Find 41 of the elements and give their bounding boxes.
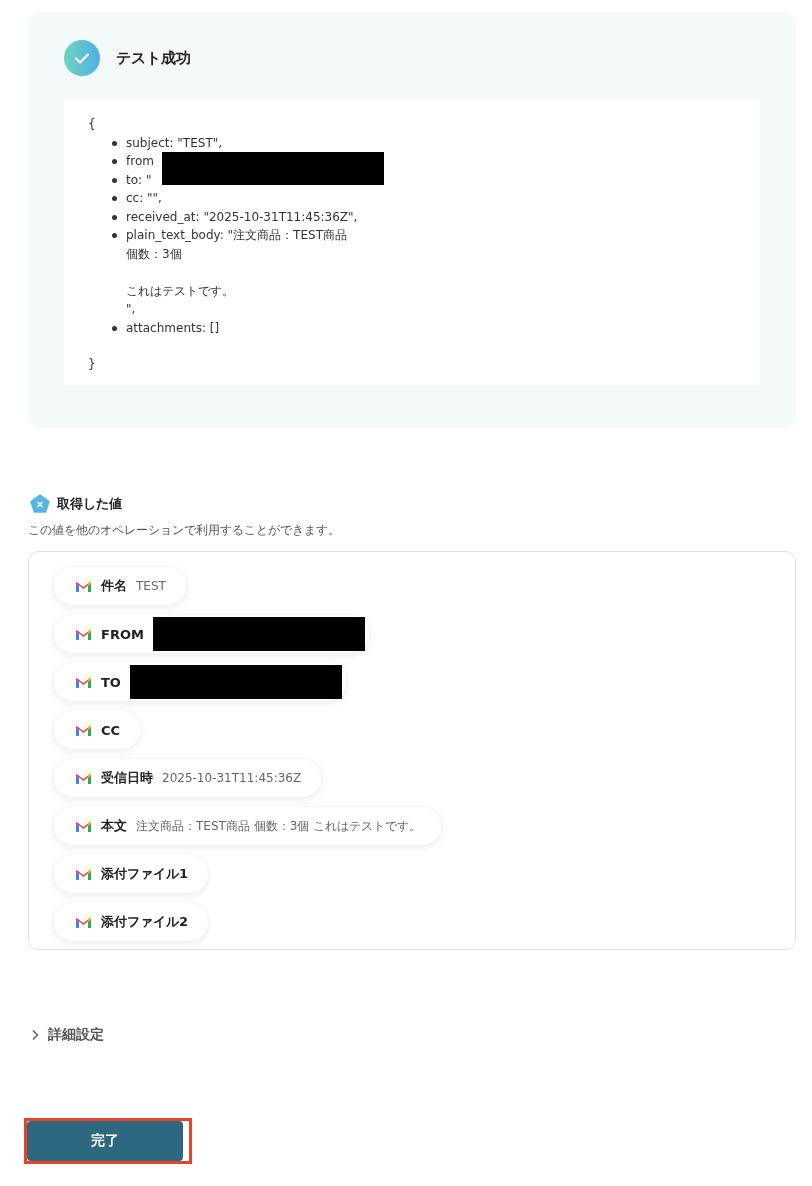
value-chip[interactable]: 添付ファイル1	[54, 855, 209, 893]
value-chip[interactable]: TO	[54, 663, 346, 701]
mail-icon	[75, 579, 92, 593]
advanced-settings-toggle[interactable]: 詳細設定	[30, 1026, 104, 1044]
code-text: {	[88, 116, 97, 133]
pentagon-icon	[30, 494, 50, 514]
code-text: 個数：3個	[126, 245, 183, 263]
mail-icon	[75, 675, 92, 689]
bullet-icon	[112, 196, 117, 201]
bullet-icon	[112, 233, 117, 238]
mail-icon	[75, 819, 92, 833]
code-text: attachments: []	[126, 319, 220, 337]
value-chip[interactable]: CC	[54, 711, 141, 749]
value-chip[interactable]: 受信日時 2025-10-31T11:45:36Z	[54, 759, 322, 797]
value-chip[interactable]: 添付ファイル2	[54, 903, 209, 941]
bullet-icon	[112, 325, 117, 331]
bullet-icon	[112, 159, 117, 164]
value-chip[interactable]: FROM	[54, 615, 369, 653]
code-text: from	[126, 153, 154, 170]
done-button[interactable]: 完了	[27, 1121, 183, 1161]
mail-icon	[75, 915, 92, 929]
mail-icon	[75, 867, 92, 881]
mail-icon	[75, 771, 92, 785]
code-text: ",	[126, 301, 137, 318]
section-title: 取得した値	[57, 495, 122, 513]
bullet-icon	[112, 177, 117, 183]
code-text: cc: "",	[126, 190, 162, 207]
mail-icon	[75, 723, 92, 737]
code-text: これはテストです。	[126, 282, 235, 300]
mail-icon	[75, 627, 92, 641]
code-text: to: "	[126, 171, 152, 189]
code-text: }	[88, 356, 97, 373]
value-chip[interactable]: 件名 TEST	[54, 567, 186, 605]
result-title: テスト成功	[116, 48, 191, 68]
code-text: plain_text_body: "注文商品：TEST商品	[126, 227, 347, 244]
code-text: received_at: "2025-10-31T11:45:36Z",	[126, 208, 358, 226]
bullet-icon	[112, 214, 117, 220]
value-chip[interactable]: 本文 注文商品：TEST商品 個数：3個 これはテストです。	[54, 807, 442, 845]
bullet-icon	[112, 140, 117, 146]
code-text: subject: "TEST",	[126, 134, 223, 152]
section-description: この値を他のオペレーションで利用することができます。	[28, 522, 341, 539]
